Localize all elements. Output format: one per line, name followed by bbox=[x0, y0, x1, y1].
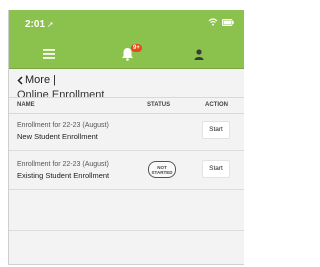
enrollment-type: New Student Enrollment bbox=[17, 132, 98, 141]
status-bar: 2:01 ➚ bbox=[9, 10, 244, 40]
status-badge: NOT STARTED bbox=[148, 161, 176, 178]
notifications-badge: 9+ bbox=[131, 44, 142, 52]
enrollment-period: Enrollment for 22-23 (August) bbox=[17, 161, 109, 168]
back-label: More | bbox=[25, 74, 56, 86]
app-navbar: 9+ bbox=[9, 40, 244, 69]
table-row: Enrollment for 22-23 (August) New Studen… bbox=[9, 112, 244, 151]
start-button[interactable]: Start bbox=[202, 160, 230, 178]
breadcrumb[interactable]: More | bbox=[17, 74, 56, 86]
clock: 2:01 ➚ bbox=[25, 19, 54, 30]
chevron-left-icon bbox=[17, 75, 23, 85]
phone-screen: 2:01 ➚ 9+ More | Online Enrollment NAME … bbox=[8, 10, 244, 265]
system-icons bbox=[208, 18, 234, 26]
column-header-name: NAME bbox=[17, 102, 35, 108]
enrollment-type: Existing Student Enrollment bbox=[17, 171, 110, 180]
column-header-action: ACTION bbox=[205, 102, 228, 108]
start-button[interactable]: Start bbox=[202, 121, 230, 139]
table-row: Enrollment for 22-23 (August) Existing S… bbox=[9, 151, 244, 190]
notifications-button[interactable]: 9+ bbox=[97, 40, 157, 68]
column-header-status: STATUS bbox=[147, 102, 171, 108]
page-title: Online Enrollment bbox=[17, 89, 105, 97]
menu-icon bbox=[43, 49, 55, 59]
back-link[interactable]: More | bbox=[17, 74, 56, 86]
empty-table-area bbox=[9, 190, 244, 231]
enrollment-period: Enrollment for 22-23 (August) bbox=[17, 122, 109, 129]
location-arrow-icon: ➚ bbox=[47, 20, 54, 29]
menu-button[interactable] bbox=[19, 40, 79, 68]
wifi-icon bbox=[208, 18, 218, 26]
status-line-2: STARTED bbox=[151, 169, 173, 175]
battery-icon bbox=[222, 18, 234, 26]
user-icon bbox=[194, 48, 204, 60]
profile-button[interactable] bbox=[169, 40, 229, 68]
